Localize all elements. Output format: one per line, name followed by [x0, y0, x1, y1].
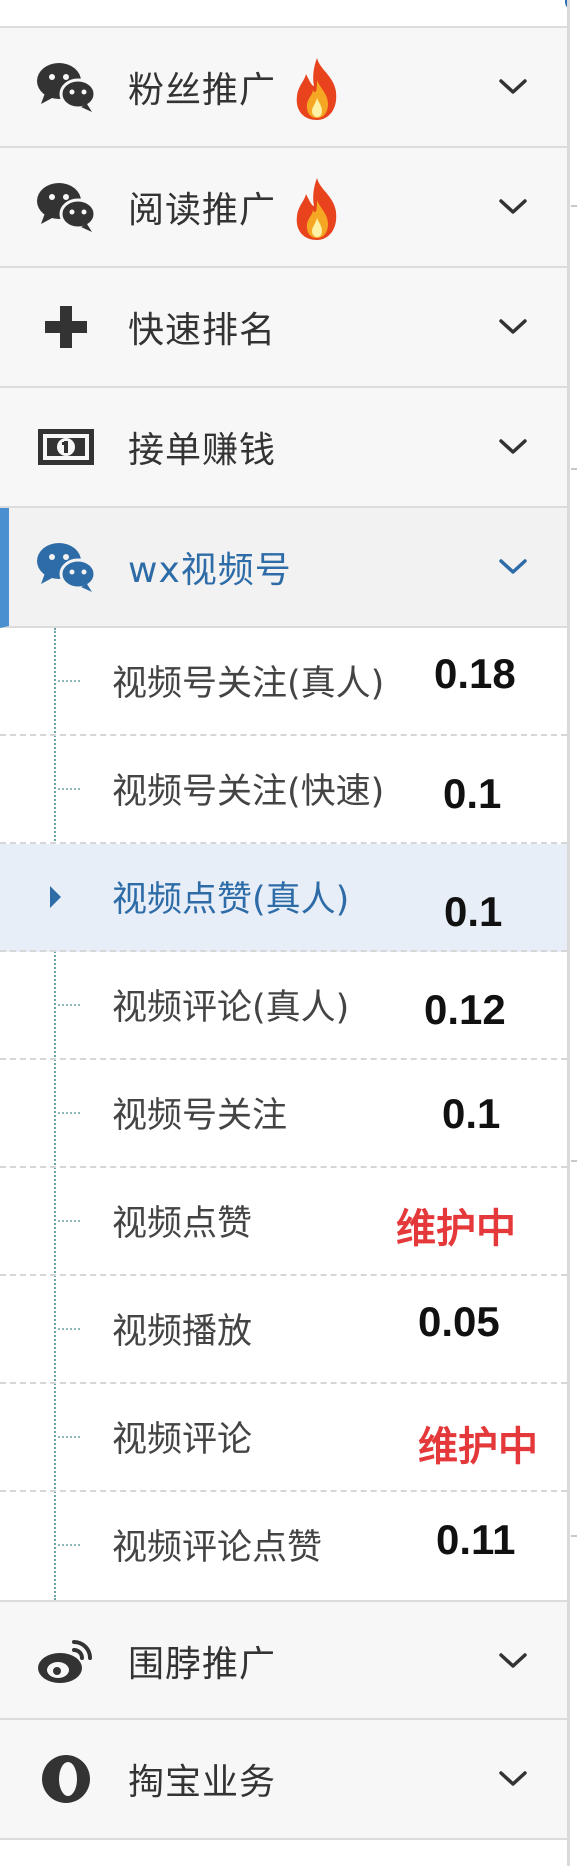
right-edge-tick: [571, 205, 577, 207]
submenu-item-play[interactable]: 视频播放 0.05: [0, 1276, 567, 1384]
menu-item-read-promotion[interactable]: 阅读推广: [0, 148, 567, 268]
submenu-item-label: 视频号关注(真人): [112, 663, 385, 704]
menu-item-label: 围脖推广: [128, 1644, 277, 1685]
submenu-item-like-real[interactable]: 视频点赞(真人) 0.1: [0, 844, 567, 952]
tree-branch: [58, 788, 80, 790]
money-icon: [34, 388, 98, 506]
fire-icon: [290, 176, 344, 242]
chevron-down-icon: [498, 1602, 528, 1720]
right-edge-tick: [571, 1160, 577, 1162]
submenu-item-follow-real[interactable]: 视频号关注(真人) 0.18: [0, 628, 567, 736]
chevron-down-icon: [498, 508, 528, 626]
tree-branch: [58, 680, 80, 682]
menu-item-quick-ranking[interactable]: 快速排名: [0, 268, 567, 388]
taobao-icon: [34, 1720, 98, 1838]
price-label: 0.05: [418, 1298, 500, 1345]
submenu-item-label: 视频评论(真人): [112, 987, 350, 1028]
chevron-down-icon: [498, 388, 528, 506]
submenu-item-label: 视频号关注: [112, 1095, 288, 1136]
tree-branch: [58, 1436, 80, 1438]
top-strip: [0, 0, 567, 28]
submenu-item-label: 视频号关注(快速): [112, 771, 385, 812]
menu-item-taobao-business[interactable]: 掏宝业务: [0, 1720, 567, 1840]
submenu-item-comment[interactable]: 视频评论 维护中: [0, 1384, 567, 1492]
price-label: 0.18: [434, 650, 516, 697]
chevron-down-icon: [498, 148, 528, 266]
sidebar-menu: 粉丝推广 阅读推广 快速排名 接单赚钱 wx视频号 视频号关注(真人) 0.18…: [0, 28, 567, 1840]
chevron-down-icon: [498, 1720, 528, 1838]
price-label: 0.11: [436, 1516, 516, 1563]
menu-item-wx-video[interactable]: wx视频号: [0, 508, 567, 628]
submenu-item-follow-fast[interactable]: 视频号关注(快速) 0.1: [0, 736, 567, 844]
menu-item-label: 粉丝推广: [128, 70, 277, 111]
submenu-item-comment-real[interactable]: 视频评论(真人) 0.12: [0, 952, 567, 1060]
price-label: 0.1: [442, 1090, 501, 1137]
selected-arrow-icon: [50, 886, 61, 908]
price-label: 0.12: [424, 986, 506, 1033]
submenu-item-label: 视频点赞(真人): [112, 879, 350, 920]
submenu-item-comment-like[interactable]: 视频评论点赞 0.11: [0, 1492, 567, 1600]
right-edge-tick: [571, 1535, 577, 1537]
fire-icon: [290, 56, 344, 122]
wx-video-submenu: 视频号关注(真人) 0.18 视频号关注(快速) 0.1 视频点赞(真人) 0.…: [0, 628, 567, 1600]
menu-item-label: 阅读推广: [128, 190, 277, 231]
weibo-icon: [34, 1602, 98, 1720]
submenu-item-label: 视频评论: [112, 1419, 253, 1460]
menu-item-weibo-promotion[interactable]: 围脖推广: [0, 1600, 567, 1720]
submenu-item-label: 视频播放: [112, 1311, 253, 1352]
wechat-icon: [34, 28, 98, 146]
maintenance-label: 维护中: [418, 1424, 538, 1470]
wechat-icon: [34, 148, 98, 266]
submenu-item-follow[interactable]: 视频号关注 0.1: [0, 1060, 567, 1168]
menu-item-fans-promotion[interactable]: 粉丝推广: [0, 28, 567, 148]
submenu-item-label: 视频点赞: [112, 1203, 253, 1244]
right-edge-tick: [571, 468, 577, 470]
submenu-item-label: 视频评论点赞: [112, 1527, 323, 1568]
tree-branch: [58, 1220, 80, 1222]
price-label: 0.1: [443, 770, 502, 817]
menu-item-earn-money[interactable]: 接单赚钱: [0, 388, 567, 508]
tree-branch: [58, 1112, 80, 1114]
tree-branch: [58, 1544, 80, 1546]
menu-item-label: 掏宝业务: [128, 1762, 277, 1803]
menu-item-label: wx视频号: [128, 550, 292, 591]
plus-icon: [34, 268, 98, 386]
right-edge-strip: [570, 0, 577, 1866]
maintenance-label: 维护中: [396, 1206, 516, 1252]
chevron-down-icon: [498, 28, 528, 146]
submenu-item-like[interactable]: 视频点赞 维护中: [0, 1168, 567, 1276]
tree-branch: [58, 1004, 80, 1006]
price-label: 0.1: [444, 888, 503, 935]
wechat-icon: [34, 508, 98, 626]
tree-branch: [58, 1328, 80, 1330]
menu-item-label: 快速排名: [128, 310, 277, 351]
chevron-down-icon: [498, 268, 528, 386]
menu-item-label: 接单赚钱: [128, 430, 277, 471]
